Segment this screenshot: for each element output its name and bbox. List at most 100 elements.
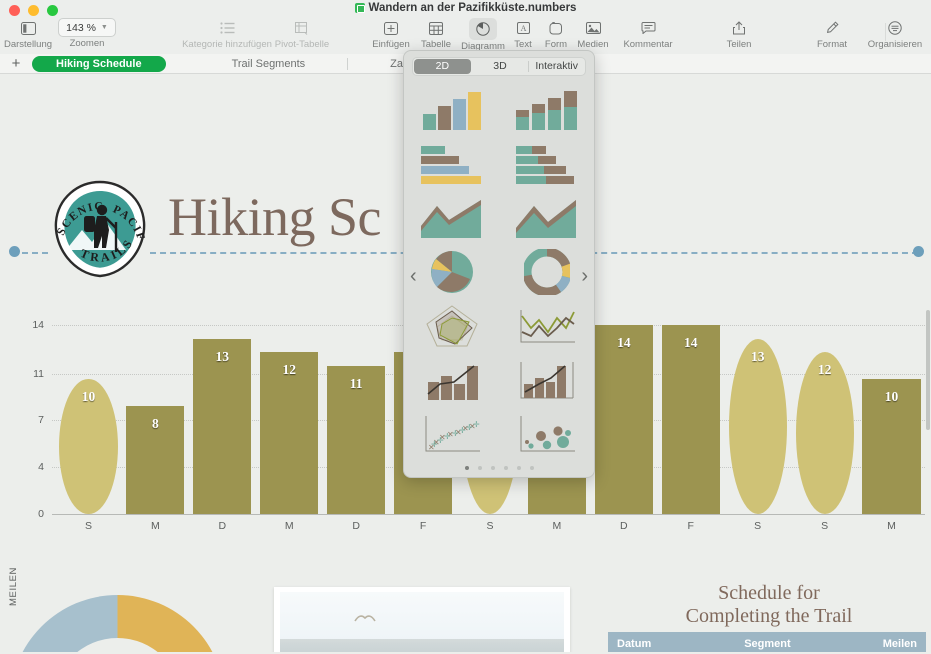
chart-type-stacked-area-chart[interactable] xyxy=(508,191,586,245)
table-icon xyxy=(429,18,443,38)
popover-page-dot[interactable] xyxy=(530,466,534,470)
svg-text:✛: ✛ xyxy=(444,432,451,441)
toolbar-label-form: Form xyxy=(545,39,567,50)
numbers-window: Wandern an der Pazifikküste.numbers Dars… xyxy=(0,0,931,654)
toolbar-label-text: Text xyxy=(514,39,531,50)
chevron-down-icon: ▼ xyxy=(101,24,108,31)
toolbar-button-teilen[interactable]: Teilen xyxy=(718,18,760,50)
percentage-donut-chart[interactable]: Percentage of Trail xyxy=(10,595,225,652)
chart-type-two-axis-chart[interactable] xyxy=(508,353,586,407)
toolbar-button-format[interactable]: Format xyxy=(811,18,853,50)
selection-handle-right[interactable] xyxy=(913,246,924,257)
chart-bar[interactable]: 10 xyxy=(862,379,920,514)
chart-type-pie-chart[interactable] xyxy=(413,245,491,299)
segment-interaktiv[interactable]: Interaktiv xyxy=(528,58,585,75)
toolbar-button-pivot[interactable]: Pivot-Tabelle xyxy=(256,18,348,50)
share-icon xyxy=(733,18,745,38)
y-tick-14: 14 xyxy=(20,319,44,331)
chart-type-stacked-column-chart[interactable] xyxy=(508,83,586,137)
column-header-meilen[interactable]: Meilen xyxy=(869,632,926,652)
chart-x-tick: M xyxy=(858,520,925,532)
popover-page-dot[interactable] xyxy=(478,466,482,470)
toolbar-button-kommentar[interactable]: Kommentar xyxy=(617,18,679,50)
chart-y-axis-label: MEILEN xyxy=(8,567,19,606)
popover-page-dot[interactable] xyxy=(491,466,495,470)
chart-type-scatter-chart[interactable]: ✕✕✕✕✕✕✕ ✛✛✛✛✛✛✛ xyxy=(413,407,491,461)
popover-prev-button[interactable]: ‹ xyxy=(410,266,417,286)
chart-x-tick: D xyxy=(189,520,256,532)
chart-x-tick: F xyxy=(657,520,724,532)
chart-bar[interactable]: 14 xyxy=(595,325,653,514)
svg-text:✛: ✛ xyxy=(473,420,480,429)
table-header-row: Datum Segment Meilen xyxy=(608,632,926,652)
tab-divider xyxy=(347,58,348,70)
chart-bar[interactable]: 11 xyxy=(327,366,385,515)
y-tick-0: 0 xyxy=(20,508,44,520)
chart-type-line-chart[interactable] xyxy=(508,299,586,353)
popover-page-dot[interactable] xyxy=(504,466,508,470)
chart-dimension-segmented-control[interactable]: 2D 3D Interaktiv xyxy=(412,57,586,76)
add-sheet-button[interactable]: + xyxy=(0,56,32,71)
chart-type-radar-chart[interactable] xyxy=(413,299,491,353)
schedule-table[interactable]: Datum Segment Meilen 5-20. Juli 2015Cali… xyxy=(608,632,926,652)
toolbar-button-medien[interactable]: Medien xyxy=(568,18,618,50)
chart-type-area-chart[interactable] xyxy=(413,191,491,245)
toolbar-label-darstellung: Darstellung xyxy=(4,39,52,50)
popover-next-button[interactable]: › xyxy=(581,266,588,286)
zoom-select[interactable]: 143 % ▼ xyxy=(58,18,116,37)
chart-type-bar-chart[interactable] xyxy=(413,137,491,191)
toolbar-zoom-control[interactable]: 143 % ▼ Zoomen xyxy=(47,18,127,49)
chart-type-combo-chart[interactable] xyxy=(413,353,491,407)
toolbar-label-kommentar: Kommentar xyxy=(623,39,672,50)
chart-icon xyxy=(469,18,497,40)
chart-bar[interactable]: 12 xyxy=(796,352,854,514)
toolbar-button-tabelle[interactable]: Tabelle xyxy=(411,18,461,50)
toolbar-label-format: Format xyxy=(817,39,847,50)
chart-bar[interactable]: 8 xyxy=(126,406,184,514)
comment-icon xyxy=(641,18,656,38)
toolbar-button-organisieren[interactable]: Organisieren xyxy=(858,18,931,50)
chart-type-stacked-bar-chart[interactable] xyxy=(508,137,586,191)
page-title[interactable]: Hiking Sc xyxy=(168,186,381,248)
chart-bar[interactable]: 12 xyxy=(260,352,318,514)
chart-x-tick: F xyxy=(390,520,457,532)
chart-bar[interactable]: 14 xyxy=(662,325,720,514)
popover-page-dots[interactable] xyxy=(404,466,594,470)
popover-page-dot[interactable] xyxy=(465,466,469,470)
chart-x-tick: M xyxy=(523,520,590,532)
y-tick-7: 7 xyxy=(20,414,44,426)
chart-bar-value: 14 xyxy=(595,335,653,351)
schedule-title-line1: Schedule for xyxy=(606,582,931,605)
segment-2d[interactable]: 2D xyxy=(414,59,471,74)
toolbar-button-einfuegen[interactable]: Einfügen xyxy=(366,18,416,50)
svg-text:✛: ✛ xyxy=(437,436,444,445)
selection-handle-left[interactable] xyxy=(9,246,20,257)
column-header-datum[interactable]: Datum xyxy=(608,632,735,652)
segment-3d[interactable]: 3D xyxy=(472,58,529,75)
text-icon: A xyxy=(517,18,530,38)
coast-photo-frame[interactable] xyxy=(274,587,570,652)
chart-x-tick: S xyxy=(55,520,122,532)
scenic-pacific-trails-badge[interactable]: SCENIC PACIFIC TRAILS xyxy=(48,178,152,280)
zoom-value: 143 % xyxy=(66,22,96,34)
chart-type-bubble-chart[interactable] xyxy=(508,407,586,461)
chart-bar[interactable]: 13 xyxy=(193,339,251,515)
vertical-scrollbar[interactable] xyxy=(926,310,930,430)
chart-x-tick: D xyxy=(590,520,657,532)
y-tick-11: 11 xyxy=(20,368,44,380)
chart-type-donut-chart[interactable] xyxy=(508,245,586,299)
chart-x-tick: D xyxy=(323,520,390,532)
chart-type-column-chart[interactable] xyxy=(413,83,491,137)
chart-type-popover[interactable]: 2D 3D Interaktiv xyxy=(403,50,595,478)
document-title: Wandern an der Pazifikküste.numbers xyxy=(0,2,931,14)
column-header-segment[interactable]: Segment xyxy=(735,632,869,652)
chart-x-tick: M xyxy=(122,520,189,532)
sheet-tab-trail-segments[interactable]: Trail Segments xyxy=(218,56,320,72)
sheet-tab-hiking-schedule[interactable]: Hiking Schedule xyxy=(32,56,166,72)
popover-page-dot[interactable] xyxy=(517,466,521,470)
chart-bar[interactable]: 10 xyxy=(59,379,117,514)
chart-type-grid: ✕✕✕✕✕✕✕ ✛✛✛✛✛✛✛ xyxy=(404,83,594,455)
chart-bar[interactable]: 13 xyxy=(729,339,787,515)
schedule-title-line2: Completing the Trail xyxy=(606,605,931,628)
list-icon xyxy=(220,18,235,38)
